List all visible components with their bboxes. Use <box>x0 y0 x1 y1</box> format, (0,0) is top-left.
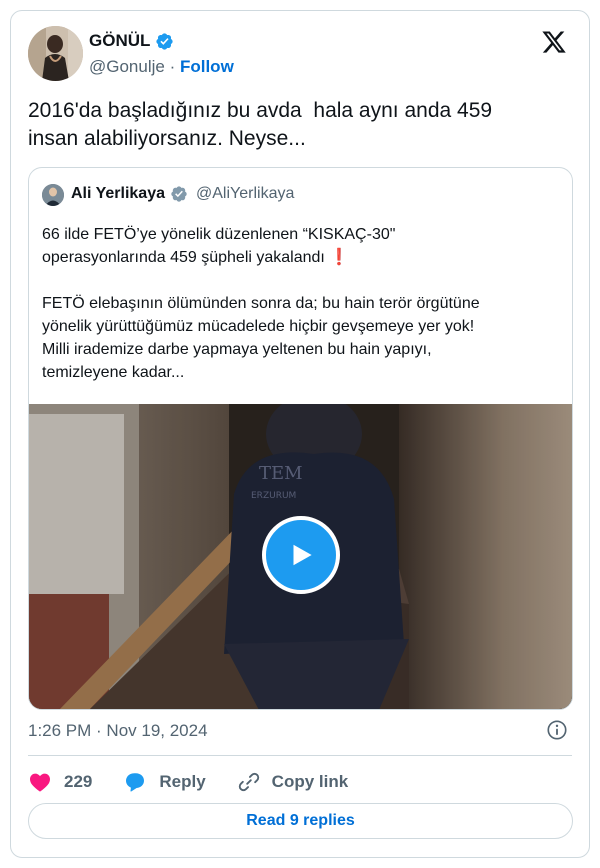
copy-link-button[interactable]: Copy link <box>238 771 349 793</box>
quoted-author-handle: @AliYerlikaya <box>196 185 295 202</box>
exclamation-emoji: ❗ <box>329 249 350 266</box>
verified-grey-badge-icon <box>171 186 187 202</box>
info-icon[interactable] <box>546 719 568 741</box>
author-handle-row: @Gonulje · Follow <box>89 57 234 77</box>
author-handle[interactable]: @Gonulje <box>89 57 165 76</box>
heart-icon <box>30 773 50 792</box>
quoted-text-rest: FETÖ elebaşının ölümünden sonra da; bu h… <box>42 295 480 381</box>
follow-button[interactable]: Follow <box>180 57 234 76</box>
verified-badge-icon <box>156 32 174 50</box>
author-avatar[interactable] <box>28 26 83 81</box>
copy-link-label: Copy link <box>271 772 349 791</box>
tweet-card: GÖNÜL @Gonulje · Follow 2016'da başladığ… <box>10 10 590 858</box>
like-count: 229 <box>64 772 93 791</box>
link-icon <box>238 772 259 792</box>
quoted-author-avatar <box>42 184 64 206</box>
quoted-author-name-row: Ali Yerlikaya @AliYerlikaya <box>71 185 294 203</box>
action-bar: 229 Reply Copy link <box>28 768 348 796</box>
play-icon <box>293 544 312 566</box>
tweet-text: 2016'da başladığınız bu avda hala aynı a… <box>28 99 493 150</box>
reply-button[interactable]: Reply <box>123 770 206 794</box>
x-logo-icon[interactable] <box>541 29 567 55</box>
play-button[interactable] <box>262 516 340 594</box>
divider <box>28 755 572 756</box>
video-thumbnail[interactable]: TEM ERZURUM <box>29 404 572 709</box>
tweet-timestamp[interactable]: 1:26 PM · Nov 19, 2024 <box>28 721 208 741</box>
quoted-author-name: Ali Yerlikaya <box>71 185 165 202</box>
quoted-tweet-text: 66 ilde FETÖ’ye yönelik düzenlenen “KISK… <box>42 223 562 384</box>
author-name-text: GÖNÜL <box>89 31 151 50</box>
handle-separator: · <box>164 57 180 76</box>
author-name[interactable]: GÖNÜL <box>89 31 174 51</box>
like-button[interactable]: 229 <box>28 770 92 794</box>
read-replies-button[interactable]: Read 9 replies <box>28 803 573 839</box>
reply-bubble-icon <box>126 773 145 792</box>
reply-label: Reply <box>159 772 206 791</box>
quoted-tweet[interactable]: Ali Yerlikaya @AliYerlikaya 66 ilde FETÖ… <box>28 167 573 710</box>
